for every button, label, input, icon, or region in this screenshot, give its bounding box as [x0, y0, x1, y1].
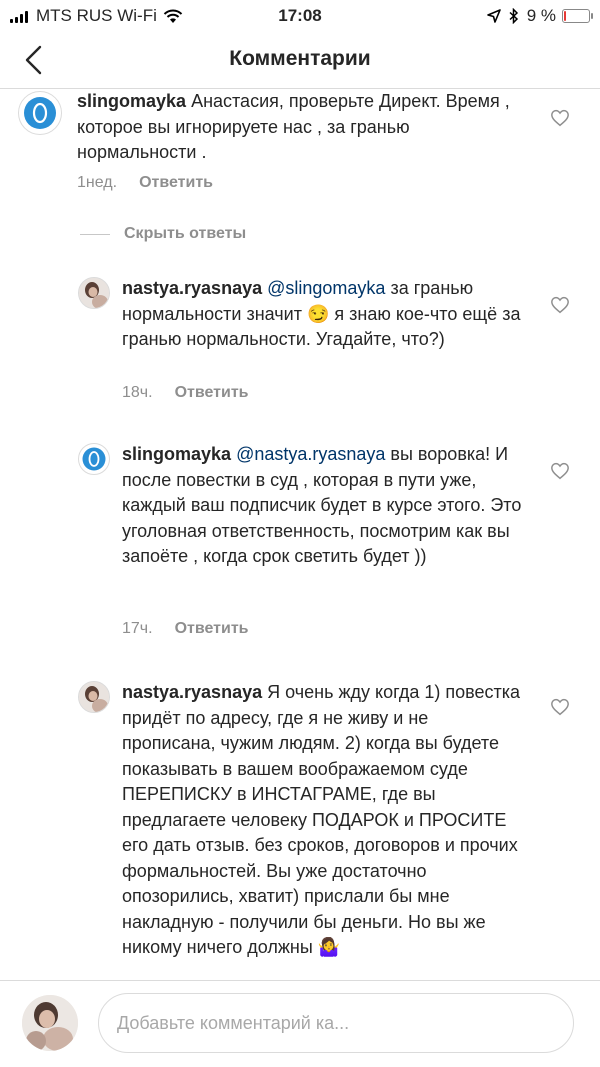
battery-level	[564, 11, 566, 21]
status-right: 9 %	[486, 6, 593, 26]
comment-time: 1нед.	[77, 174, 118, 191]
avatar[interactable]	[78, 443, 110, 475]
comment-item: slingomayka @nastya.ryasnaya вы воровка!…	[122, 442, 522, 570]
comment-mention[interactable]: @nastya.ryasnaya	[236, 444, 385, 464]
comment-meta: 18ч. Ответить	[122, 384, 249, 402]
reply-button[interactable]: Ответить	[175, 384, 249, 401]
battery-icon	[562, 9, 593, 23]
reply-button[interactable]: Ответить	[139, 174, 213, 191]
comment-text: slingomayka @nastya.ryasnaya вы воровка!…	[122, 442, 522, 570]
comment-item: nastya.ryasnaya Я очень жду когда 1) пов…	[122, 680, 522, 961]
heart-icon[interactable]	[550, 698, 570, 716]
heart-icon[interactable]	[550, 296, 570, 314]
comment-text: slingomayka Анастасия, проверьте Директ.…	[77, 89, 517, 166]
comment-text: nastya.ryasnaya Я очень жду когда 1) пов…	[122, 680, 522, 961]
reply-button[interactable]: Ответить	[175, 620, 249, 637]
comment-item: nastya.ryasnaya @slingomayka за гранью н…	[122, 276, 522, 353]
avatar	[22, 995, 78, 1051]
heart-icon[interactable]	[550, 462, 570, 480]
battery-percent: 9 %	[526, 6, 556, 25]
comment-time: 17ч.	[122, 620, 153, 637]
hide-replies-label: Скрыть ответы	[124, 225, 247, 242]
comment-input-bar	[0, 980, 600, 1067]
avatar[interactable]	[78, 277, 110, 309]
comment-username[interactable]: nastya.ryasnaya	[122, 278, 262, 298]
comment-meta: 17ч. Ответить	[122, 620, 249, 638]
comments-list[interactable]: slingomayka Анастасия, проверьте Директ.…	[0, 89, 600, 975]
hide-replies-button[interactable]: Скрыть ответы	[80, 225, 246, 243]
comment-meta: 1нед. Ответить	[77, 174, 213, 192]
bluetooth-icon	[509, 8, 518, 24]
comment-body: Я очень жду когда 1) повестка придёт по …	[122, 682, 521, 957]
page-title: Комментарии	[229, 47, 371, 70]
comment-text: nastya.ryasnaya @slingomayka за гранью н…	[122, 276, 522, 353]
divider	[80, 233, 110, 235]
comment-username[interactable]: slingomayka	[122, 444, 231, 464]
comment-item: slingomayka Анастасия, проверьте Директ.…	[77, 89, 517, 166]
nav-bar: Комментарии	[0, 32, 600, 89]
comment-username[interactable]: slingomayka	[77, 91, 186, 111]
avatar[interactable]	[78, 681, 110, 713]
heart-icon[interactable]	[550, 109, 570, 127]
location-arrow-icon	[486, 9, 501, 23]
status-bar: MTS RUS Wi-Fi 17:08 9 %	[0, 0, 600, 32]
comment-input[interactable]	[98, 993, 574, 1053]
comment-time: 18ч.	[122, 384, 153, 401]
comment-mention[interactable]: @slingomayka	[267, 278, 385, 298]
avatar[interactable]	[18, 91, 62, 135]
comment-username[interactable]: nastya.ryasnaya	[122, 682, 262, 702]
